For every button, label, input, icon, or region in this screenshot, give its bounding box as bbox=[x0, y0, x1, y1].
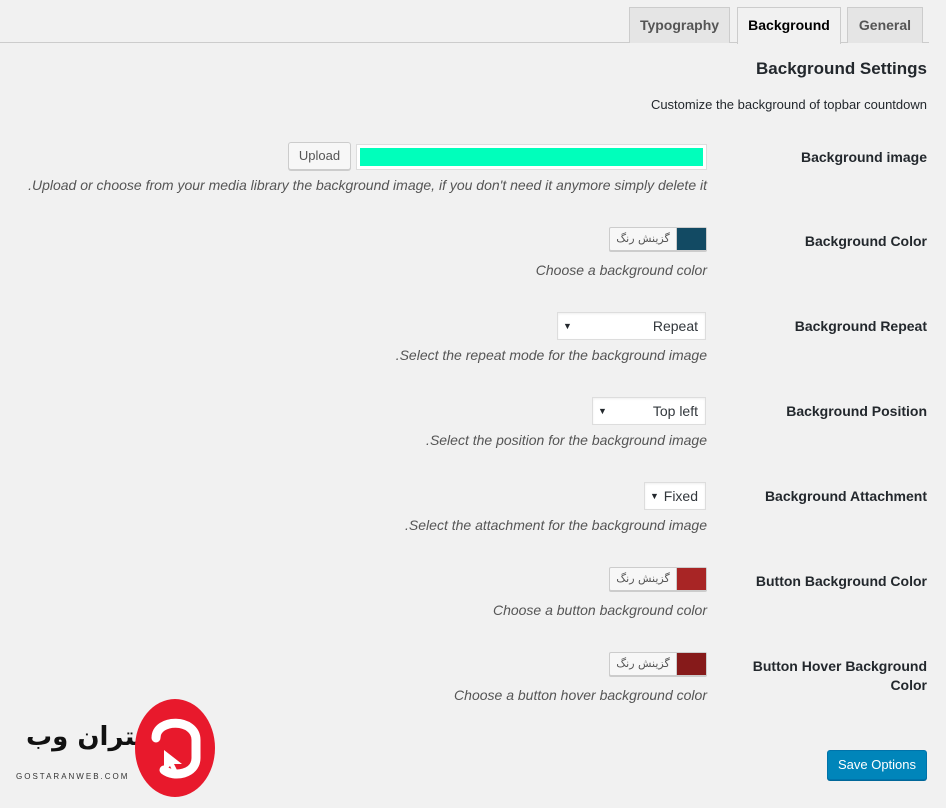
button-background-color-description: Choose a button background color bbox=[492, 602, 707, 618]
upload-button[interactable]: Upload bbox=[288, 142, 351, 170]
settings-tabs: Typography Background General bbox=[0, 0, 929, 44]
background-color-label: Background Color bbox=[804, 233, 927, 249]
chevron-down-icon: ▼ bbox=[563, 321, 572, 331]
tab-background[interactable]: Background bbox=[737, 7, 841, 44]
button-background-color-picker[interactable]: گزینش رنگ bbox=[609, 567, 707, 591]
logo-domain: GOSTARANWEB.COM bbox=[16, 772, 130, 781]
tab-general[interactable]: General bbox=[847, 7, 923, 43]
background-color-description: Choose a background color bbox=[535, 262, 707, 278]
chevron-down-icon: ▼ bbox=[650, 491, 659, 501]
background-image-description: Upload or choose from your media library… bbox=[28, 177, 707, 193]
chevron-down-icon: ▼ bbox=[598, 406, 607, 416]
background-attachment-label: Background Attachment bbox=[764, 488, 927, 504]
background-color-picker[interactable]: گزینش رنگ bbox=[609, 227, 707, 251]
tab-typography[interactable]: Typography bbox=[629, 7, 730, 43]
background-repeat-description: Select the repeat mode for the backgroun… bbox=[395, 347, 707, 363]
color-swatch bbox=[676, 228, 706, 250]
select-value: Top left bbox=[652, 403, 698, 419]
background-repeat-label: Background Repeat bbox=[794, 318, 927, 334]
background-image-field[interactable] bbox=[356, 144, 707, 170]
select-value: Repeat bbox=[652, 318, 698, 334]
section-description: Customize the background of topbar count… bbox=[650, 97, 927, 112]
background-image-preview bbox=[360, 148, 703, 166]
background-position-label: Background Position bbox=[786, 403, 927, 419]
background-position-description: Select the position for the background i… bbox=[426, 432, 707, 448]
save-options-button[interactable]: Save Options bbox=[827, 750, 927, 780]
color-picker-text: گزینش رنگ bbox=[616, 572, 670, 585]
background-attachment-select[interactable]: ▼ Fixed bbox=[644, 482, 706, 510]
gostaranweb-logo: گستران وب GOSTARANWEB.COM bbox=[14, 698, 224, 798]
background-attachment-description: Select the attachment for the background… bbox=[405, 517, 707, 533]
color-swatch bbox=[676, 568, 706, 590]
background-image-label: Background image bbox=[800, 149, 927, 165]
logo-mark-icon bbox=[135, 699, 215, 797]
button-hover-background-color-label: Button Hover Background Color bbox=[752, 658, 927, 693]
button-background-color-label: Button Background Color bbox=[755, 573, 927, 589]
background-position-select[interactable]: ▼ Top left bbox=[592, 397, 706, 425]
color-picker-text: گزینش رنگ bbox=[616, 657, 670, 670]
background-repeat-select[interactable]: ▼ Repeat bbox=[557, 312, 706, 340]
button-hover-background-color-picker[interactable]: گزینش رنگ bbox=[609, 652, 707, 676]
color-picker-text: گزینش رنگ bbox=[616, 232, 670, 245]
color-swatch bbox=[676, 653, 706, 675]
button-hover-background-color-description: Choose a button hover background color bbox=[454, 687, 707, 703]
section-title: Background Settings bbox=[756, 59, 927, 78]
select-value: Fixed bbox=[663, 488, 698, 504]
